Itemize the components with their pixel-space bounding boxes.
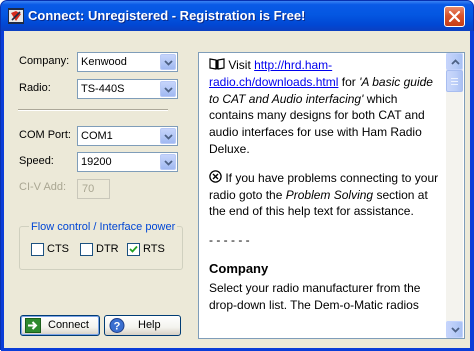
chevron-up-icon bbox=[451, 59, 460, 65]
help-content: Visit http://hrd.ham-radio.ch/downloads.… bbox=[209, 57, 441, 313]
help-button[interactable]: ? Help bbox=[104, 315, 181, 336]
close-button[interactable] bbox=[444, 6, 465, 27]
flow-control-title: Flow control / Interface power bbox=[29, 221, 178, 233]
radio-value: TS-440S bbox=[81, 83, 125, 95]
rts-label: RTS bbox=[143, 243, 165, 255]
company-value: Kenwood bbox=[81, 56, 127, 68]
no-entry-icon bbox=[209, 170, 222, 183]
company-select[interactable]: Kenwood bbox=[77, 52, 178, 72]
connect-label: Connect bbox=[48, 319, 89, 331]
company-label: Company: bbox=[19, 55, 70, 67]
vertical-scrollbar[interactable] bbox=[446, 53, 463, 338]
problem-solving-text: Problem Solving bbox=[285, 187, 374, 202]
cts-checkbox[interactable] bbox=[31, 243, 44, 256]
chevron-down-icon bbox=[451, 327, 460, 333]
speed-label: Speed: bbox=[19, 155, 54, 167]
help-divider: - - - - - - bbox=[209, 233, 250, 248]
speed-value: 19200 bbox=[81, 156, 112, 168]
com-port-select[interactable]: COM1 bbox=[77, 126, 178, 146]
dtr-label: DTR bbox=[96, 243, 119, 255]
rts-checkbox[interactable] bbox=[127, 243, 140, 256]
book-icon bbox=[209, 58, 225, 70]
divider bbox=[18, 109, 168, 111]
chevron-down-icon[interactable] bbox=[160, 54, 176, 70]
connect-dialog: Connect: Unregistered - Registration is … bbox=[0, 0, 474, 351]
arrow-right-icon bbox=[25, 318, 41, 333]
help-for-text: for bbox=[338, 74, 360, 89]
company-heading: Company bbox=[209, 260, 269, 276]
question-icon: ? bbox=[109, 318, 125, 333]
com-port-label: COM Port: bbox=[19, 129, 71, 141]
scroll-down-button[interactable] bbox=[446, 321, 463, 338]
svg-text:?: ? bbox=[114, 321, 121, 333]
speed-select[interactable]: 19200 bbox=[77, 152, 178, 172]
dtr-checkbox[interactable] bbox=[80, 243, 93, 256]
radio-label: Radio: bbox=[19, 82, 51, 94]
help-visit-text: Visit bbox=[225, 58, 255, 72]
scroll-up-button[interactable] bbox=[446, 53, 463, 70]
cts-label: CTS bbox=[47, 243, 69, 255]
scroll-thumb[interactable] bbox=[446, 70, 463, 92]
chevron-down-icon[interactable] bbox=[160, 128, 176, 144]
help-company-text: Select your radio manufacturer from the … bbox=[209, 280, 421, 312]
civ-address-input: 70 bbox=[77, 179, 110, 199]
dialog-body: Company: Kenwood Radio: TS-440S COM Port… bbox=[4, 31, 470, 348]
checkmark-icon bbox=[129, 245, 138, 253]
window-title: Connect: Unregistered - Registration is … bbox=[28, 8, 306, 23]
help-label: Help bbox=[138, 319, 161, 331]
civ-address-label: CI-V Add: bbox=[19, 181, 67, 193]
radio-select[interactable]: TS-440S bbox=[77, 79, 178, 99]
close-icon bbox=[448, 10, 461, 23]
hrd-logo-icon bbox=[8, 8, 24, 24]
title-bar[interactable]: Connect: Unregistered - Registration is … bbox=[1, 1, 473, 31]
chevron-down-icon[interactable] bbox=[160, 154, 176, 170]
help-text-panel[interactable]: Visit http://hrd.ham-radio.ch/downloads.… bbox=[198, 52, 465, 339]
connect-button[interactable]: Connect bbox=[20, 315, 100, 336]
chevron-down-icon[interactable] bbox=[160, 81, 176, 97]
window-frame-right bbox=[470, 31, 474, 349]
com-port-value: COM1 bbox=[81, 130, 113, 142]
